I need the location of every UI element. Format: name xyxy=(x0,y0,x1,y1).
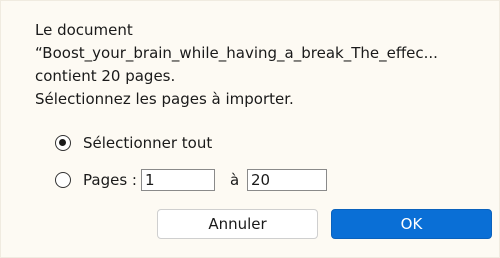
select-all-label: Sélectionner tout xyxy=(83,134,213,152)
ok-button[interactable]: OK xyxy=(331,209,492,239)
import-pages-dialog: Le document “Boost_your_brain_while_havi… xyxy=(0,0,500,258)
pages-label: Pages : xyxy=(83,171,137,189)
pages-option[interactable]: Pages : xyxy=(55,169,137,191)
message-line-filename: “Boost_your_brain_while_having_a_break_T… xyxy=(35,44,438,62)
select-all-radio[interactable] xyxy=(55,135,71,151)
message-line-document: Le document xyxy=(35,21,133,39)
cancel-button[interactable]: Annuler xyxy=(157,209,318,239)
message-line-instruction: Sélectionnez les pages à importer. xyxy=(35,90,294,108)
select-all-option[interactable]: Sélectionner tout xyxy=(55,132,212,154)
pages-radio[interactable] xyxy=(55,172,71,188)
page-range-separator: à xyxy=(230,171,240,189)
page-from-input[interactable] xyxy=(141,169,215,191)
message-line-page-count: contient 20 pages. xyxy=(35,67,176,85)
page-to-input[interactable] xyxy=(247,169,327,191)
